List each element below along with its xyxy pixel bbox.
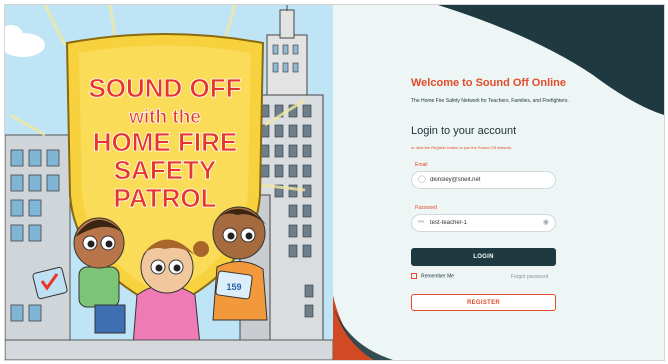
- remember-me-checkbox[interactable]: [411, 273, 417, 279]
- remember-me-label: Remember Me: [421, 273, 455, 280]
- register-button[interactable]: REGISTER: [411, 294, 556, 311]
- email-input[interactable]: [430, 175, 540, 185]
- login-title: Login to your account: [411, 125, 517, 137]
- register-hint: or click the Register button to join the…: [411, 145, 513, 150]
- title-line-5: PATROL: [113, 183, 216, 213]
- remember-me[interactable]: Remember Me: [411, 273, 454, 279]
- phone-card-text: 159: [226, 282, 241, 292]
- password-input[interactable]: [430, 218, 540, 228]
- title-line-4: SAFETY: [114, 155, 217, 185]
- login-panel: Welcome to Sound Off Online The Home Fir…: [333, 5, 664, 360]
- user-circle-icon: ◯: [418, 176, 426, 183]
- tagline: The Home Fire Safety Network for Teacher…: [411, 98, 569, 104]
- password-label: Password: [415, 205, 437, 211]
- hero-illustration: SOUND OFF with the HOME FIRE SAFETY PATR…: [5, 5, 333, 360]
- title-line-3: HOME FIRE: [93, 127, 237, 157]
- welcome-heading: Welcome to Sound Off Online: [411, 77, 567, 89]
- email-field[interactable]: ◯: [411, 171, 556, 189]
- illustration-canvas: SOUND OFF with the HOME FIRE SAFETY PATR…: [5, 5, 333, 360]
- forgot-password-link[interactable]: Forgot password: [511, 274, 548, 280]
- screen-frame: SOUND OFF with the HOME FIRE SAFETY PATR…: [4, 4, 665, 361]
- key-icon: ⚯: [418, 219, 424, 226]
- title-line-2: with the: [128, 107, 201, 128]
- password-field[interactable]: ⚯ ◉: [411, 214, 556, 232]
- eye-icon[interactable]: ◉: [543, 219, 549, 227]
- login-button[interactable]: LOGIN: [411, 248, 556, 266]
- building-left: [5, 134, 71, 360]
- email-label: Email: [415, 162, 428, 168]
- title-line-1: SOUND OFF: [88, 73, 241, 103]
